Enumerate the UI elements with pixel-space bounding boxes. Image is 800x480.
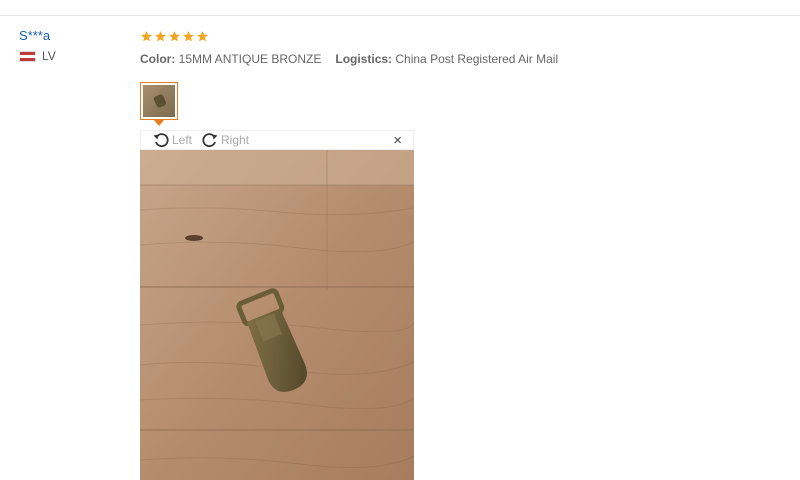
rotate-right-button[interactable]: Right: [200, 130, 249, 150]
image-viewer-toolbar: Left Right ×: [140, 130, 414, 150]
attribute-logistics: Logistics: China Post Registered Air Mai…: [335, 52, 558, 66]
review-body: Color: 15MM ANTIQUE BRONZE Logistics: Ch…: [140, 27, 558, 66]
rotate-right-icon: [202, 133, 218, 148]
thumbnail-pointer: [154, 120, 164, 126]
rotate-right-label: Right: [221, 133, 250, 147]
star-icon: [141, 30, 152, 41]
review-photo-thumbnail[interactable]: [140, 82, 178, 120]
attribute-key: Color:: [140, 52, 176, 66]
photo-image: [140, 150, 414, 480]
review-attributes: Color: 15MM ANTIQUE BRONZE Logistics: Ch…: [140, 52, 558, 66]
star-icon: [155, 30, 166, 41]
reviewer-info: S***a LV: [19, 28, 56, 63]
attribute-value: 15MM ANTIQUE BRONZE: [178, 52, 322, 66]
star-rating: [140, 27, 558, 45]
review-page: S***a LV Color: 15MM ANTIQUE BRONZE Logi…: [0, 0, 800, 480]
attribute-value: China Post Registered Air Mail: [395, 52, 559, 66]
review-photo-large: [140, 150, 414, 480]
star-icon: [183, 30, 194, 41]
rotate-left-button[interactable]: Left: [151, 130, 192, 150]
thumbnail-image: [143, 85, 175, 117]
country-code: LV: [42, 49, 56, 63]
reviewer-name: S***a: [19, 28, 51, 43]
reviewer-country: LV: [19, 49, 56, 63]
latvia-flag-icon: [19, 50, 36, 62]
star-icon: [197, 30, 208, 41]
attribute-key: Logistics:: [335, 52, 393, 66]
attribute-color: Color: 15MM ANTIQUE BRONZE: [140, 52, 321, 66]
close-icon[interactable]: ×: [393, 133, 402, 149]
rotate-left-icon: [153, 133, 169, 148]
divider: [0, 15, 800, 16]
rotate-left-label: Left: [172, 133, 193, 147]
star-icon: [169, 30, 180, 41]
